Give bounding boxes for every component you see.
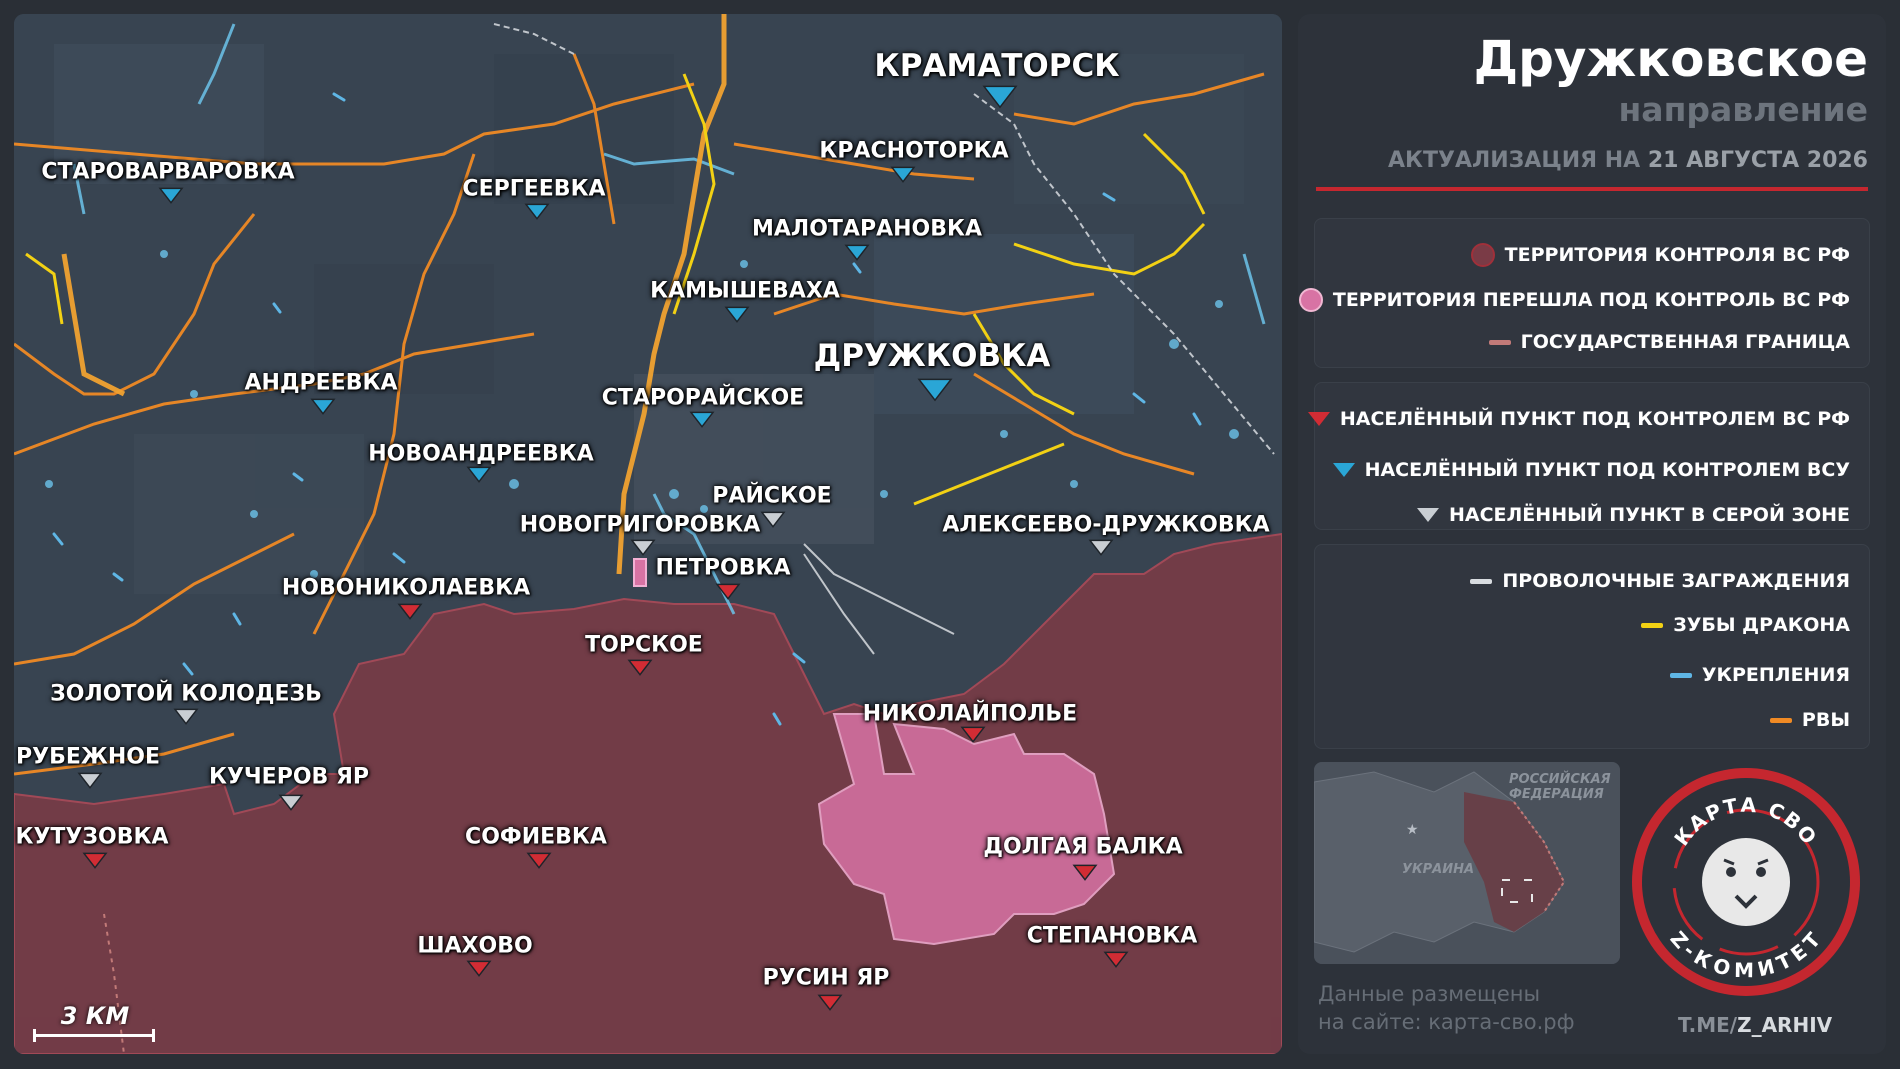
legend-label: РВЫ (1801, 709, 1850, 731)
wire-swatch (1470, 578, 1493, 584)
legend-item-rf-territory: ТЕРРИТОРИЯ КОНТРОЛЯ ВС РФ (1470, 243, 1850, 267)
update-date: АКТУАЛИЗАЦИЯ НА 21 АВГУСТА 2026 (1388, 148, 1868, 173)
town-label-rayskoe[interactable]: РАЙСКОЕ (712, 484, 831, 509)
afu-marker-icon (1332, 463, 1355, 477)
scale-bar: 3 КМ (32, 1002, 158, 1044)
legend-label: ТЕРРИТОРИЯ КОНТРОЛЯ ВС РФ (1504, 244, 1850, 266)
town-label-andreevka[interactable]: АНДРЕЕВКА (245, 371, 398, 396)
legend-label: ПРОВОЛОЧНЫЕ ЗАГРАЖДЕНИЯ (1502, 570, 1850, 592)
legend-item-dragon-teeth: ЗУБЫ ДРАКОНА (1641, 614, 1850, 636)
town-label-shakhovo[interactable]: ШАХОВО (417, 934, 532, 959)
minimap-ukraine-label: УКРАИНА (1402, 862, 1475, 877)
town-label-stepanovka[interactable]: СТЕПАНОВКА (1027, 924, 1198, 949)
legend-points: НАСЕЛЁННЫЙ ПУНКТ ПОД КОНТРОЛЕМ ВС РФ НАС… (1307, 382, 1870, 530)
site-note: Данные размещены на сайте: карта-сво.рф (1318, 980, 1575, 1036)
side-panel: Дружковское направление АКТУАЛИЗАЦИЯ НА … (1298, 14, 1886, 1054)
legend-item-transferred: ТЕРРИТОРИЯ ПЕРЕШЛА ПОД КОНТРОЛЬ ВС РФ (1298, 288, 1850, 312)
town-label-sofievka[interactable]: СОФИЕВКА (465, 825, 607, 850)
town-label-novogrigorovka[interactable]: НОВОГРИГОРОВКА (520, 513, 760, 538)
handle-prefix: T.ME/ (1678, 1013, 1738, 1037)
scale-line (33, 1029, 155, 1042)
legend-item-border: ГОСУДАРСТВЕННАЯ ГРАНИЦА (1488, 331, 1850, 353)
site-note-line1: Данные размещены (1318, 982, 1541, 1006)
update-date-value: 21 АВГУСТА 2026 (1647, 148, 1868, 173)
legend-item-wire: ПРОВОЛОЧНЫЕ ЗАГРАЖДЕНИЯ (1470, 570, 1850, 592)
town-label-malotaranovka[interactable]: МАЛОТАРАНОВКА (752, 217, 982, 242)
fortifications-swatch (1669, 672, 1692, 678)
town-label-druzhkovka[interactable]: ДРУЖКОВКА (814, 338, 1051, 374)
town-label-kamyshevakha[interactable]: КАМЫШЕВАХА (650, 279, 840, 304)
town-label-novonikolaevka[interactable]: НОВОНИКОЛАЕВКА (282, 576, 530, 601)
legend-label: НАСЕЛЁННЫЙ ПУНКТ ПОД КОНТРОЛЕМ ВС РФ (1339, 408, 1850, 430)
legend-item-gray-point: НАСЕЛЁННЫЙ ПУНКТ В СЕРОЙ ЗОНЕ (1417, 504, 1850, 526)
site-note-line2[interactable]: на сайте: карта-сво.рф (1318, 1008, 1575, 1036)
logo-emblem: КАРТА СВО Z-КОМИТЕТ (1632, 768, 1860, 996)
town-label-alekseevo[interactable]: АЛЕКСЕЕВО-ДРУЖКОВКА (942, 513, 1269, 538)
legend-label: УКРЕПЛЕНИЯ (1701, 664, 1850, 686)
scale-label: 3 КМ (60, 1002, 130, 1030)
legend-label: ГОСУДАРСТВЕННАЯ ГРАНИЦА (1520, 331, 1850, 353)
legend-label: ТЕРРИТОРИЯ ПЕРЕШЛА ПОД КОНТРОЛЬ ВС РФ (1332, 289, 1850, 311)
rf-territory-swatch (1470, 243, 1495, 267)
legend-item-fortifications: УКРЕПЛЕНИЯ (1669, 664, 1850, 686)
page-subtitle: направление (1618, 90, 1869, 129)
town-label-kramatorsk[interactable]: КРАМАТОРСК (874, 48, 1119, 84)
town-label-starovarvarovka[interactable]: СТАРОВАРВАРОВКА (41, 160, 294, 185)
legend-areas: ТЕРРИТОРИЯ КОНТРОЛЯ ВС РФ ТЕРРИТОРИЯ ПЕР… (1298, 218, 1870, 368)
minimap-star-icon: ★ (1406, 822, 1419, 838)
minimap-russia-label: РОССИЙСКАЯ ФЕДЕРАЦИЯ (1509, 772, 1611, 802)
transferred-swatch (1298, 288, 1323, 312)
handle-name: Z_ARHIV (1737, 1013, 1833, 1037)
town-label-rubezhnoe[interactable]: РУБЕЖНОЕ (16, 745, 160, 770)
rf-marker-icon (1307, 412, 1330, 426)
legend-label: ЗУБЫ ДРАКОНА (1673, 614, 1850, 636)
overview-minimap[interactable]: ★ РОССИЙСКАЯ ФЕДЕРАЦИЯ УКРАИНА (1314, 762, 1620, 964)
town-label-nikolaypole[interactable]: НИКОЛАЙПОЛЬЕ (863, 702, 1077, 727)
town-label-rusin[interactable]: РУСИН ЯР (763, 966, 890, 991)
map-panel[interactable]: КРАМАТОРСК КРАСНОТОРКА СТАРОВАРВАРОВКА СЕРГ… (14, 14, 1282, 1054)
legend-item-rf-point: НАСЕЛЁННЫЙ ПУНКТ ПОД КОНТРОЛЕМ ВС РФ (1307, 408, 1850, 430)
town-label-kucherov[interactable]: КУЧЕРОВ ЯР (209, 765, 369, 790)
transferred-area-small (633, 558, 647, 587)
legend-item-ditches: РВЫ (1769, 709, 1850, 731)
border-swatch (1488, 339, 1511, 345)
town-label-novoandreevka[interactable]: НОВОАНДРЕЕВКА (368, 442, 594, 467)
legend-label: НАСЕЛЁННЫЙ ПУНКТ В СЕРОЙ ЗОНЕ (1449, 504, 1850, 526)
z-committee-logo: КАРТА СВО Z-КОМИТЕТ (1628, 764, 1864, 1000)
dragon-teeth-swatch (1641, 622, 1664, 628)
town-label-starorayskoe[interactable]: СТАРОРАЙСКОЕ (602, 386, 804, 411)
town-label-sergeevka[interactable]: СЕРГЕЕВКА (462, 177, 605, 202)
town-label-kutuzovka[interactable]: КУТУЗОВКА (15, 825, 168, 850)
town-label-zolotoy[interactable]: ЗОЛОТОЙ КОЛОДЕЗЬ (50, 682, 322, 707)
page-title: Дружковское (1473, 30, 1868, 88)
ditches-swatch (1769, 717, 1792, 723)
telegram-handle[interactable]: T.ME/Z_ARHIV (1678, 1013, 1832, 1037)
town-label-petrovka[interactable]: ПЕТРОВКА (655, 556, 790, 581)
legend-lines: ПРОВОЛОЧНЫЕ ЗАГРАЖДЕНИЯ ЗУБЫ ДРАКОНА УКР… (1314, 544, 1870, 749)
town-label-dolgaya[interactable]: ДОЛГАЯ БАЛКА (983, 835, 1182, 860)
title-divider (1316, 187, 1868, 191)
lion-head-icon (1702, 838, 1790, 926)
legend-item-afu-point: НАСЕЛЁННЫЙ ПУНКТ ПОД КОНТРОЛЕМ ВСУ (1332, 459, 1850, 481)
town-label-krasnotorka[interactable]: КРАСНОТОРКА (819, 139, 1008, 164)
gray-marker-icon (1417, 508, 1439, 522)
update-prefix: АКТУАЛИЗАЦИЯ НА (1387, 148, 1641, 173)
legend-label: НАСЕЛЁННЫЙ ПУНКТ ПОД КОНТРОЛЕМ ВСУ (1364, 459, 1850, 481)
town-label-torskoe[interactable]: ТОРСКОЕ (585, 633, 703, 658)
